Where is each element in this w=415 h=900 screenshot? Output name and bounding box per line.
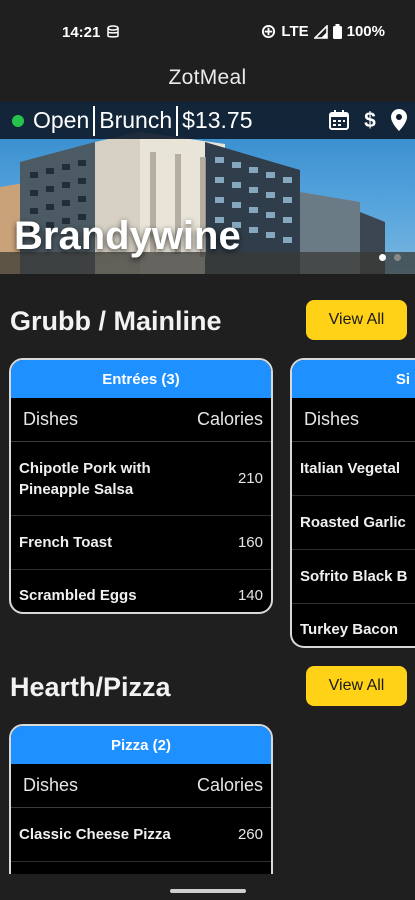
dish-name: Classic Cheese Pizza: [19, 826, 171, 843]
carousel-dot-active[interactable]: [379, 254, 386, 261]
column-headers: Dishes: [292, 398, 415, 442]
dish-row[interactable]: Turkey Bacon: [292, 604, 415, 646]
category-header: Si: [292, 360, 415, 398]
dollar-icon[interactable]: $: [363, 109, 377, 131]
column-headers: Dishes Calories: [11, 764, 271, 808]
divider: [176, 105, 179, 136]
dish-row[interactable]: Classic Cheese Pizza 260: [11, 808, 271, 862]
menu-category-card[interactable]: Entrées (3) Dishes Calories Chipotle Por…: [9, 358, 273, 614]
dish-name: Sofrito Black B: [300, 568, 408, 585]
dish-calories: 140: [237, 586, 263, 604]
dish-calories: 260: [237, 826, 263, 843]
divider: [93, 105, 96, 136]
station-title: Grubb / Mainline: [10, 306, 222, 336]
location-pin-icon[interactable]: [391, 109, 407, 131]
dish-row[interactable]: Roasted Garlic: [292, 496, 415, 550]
dish-row[interactable]: French Toast 160: [11, 516, 271, 570]
dish-row[interactable]: Scrambled Eggs 140: [11, 570, 271, 612]
meal-period: Brunch: [99, 107, 173, 133]
dining-hall-name: Brandywine: [14, 214, 241, 258]
network-type: LTE: [281, 23, 309, 40]
dish-name: Chipotle Pork with Pineapple Salsa: [19, 459, 151, 498]
dishes-column-header: Dishes: [304, 409, 360, 429]
storage-icon: [107, 25, 119, 38]
dishes-column-header: Dishes: [23, 409, 79, 429]
svg-text:$: $: [364, 109, 376, 131]
column-headers: Dishes Calories: [11, 398, 271, 442]
dish-row[interactable]: Chipotle Pork with Pineapple Salsa 210: [11, 442, 271, 516]
dish-calories: 160: [237, 534, 263, 551]
dish-calories: 210: [237, 470, 263, 487]
open-status: Open: [33, 107, 90, 133]
battery-level: 100%: [346, 23, 385, 40]
app-title: ZotMeal: [168, 66, 247, 89]
home-gesture-bar[interactable]: [170, 889, 246, 893]
calories-column-header: Calories: [196, 775, 263, 795]
data-saver-icon: [262, 24, 276, 39]
signal-icon: [313, 24, 328, 39]
hall-info-bar: Open Brunch $13.75 $: [0, 102, 415, 139]
clock: 14:21: [62, 24, 101, 41]
dish-row[interactable]: Sofrito Black B: [292, 550, 415, 604]
battery-icon: [332, 24, 342, 39]
calories-column-header: Calories: [196, 409, 263, 429]
carousel-dot[interactable]: [394, 254, 401, 261]
dishes-column-header: Dishes: [23, 775, 79, 795]
dish-name: Roasted Garlic: [300, 514, 406, 531]
meal-price: $13.75: [182, 107, 253, 133]
dish-name: Scrambled Eggs: [19, 586, 137, 604]
dish-name: French Toast: [19, 534, 113, 551]
dish-name: Turkey Bacon: [300, 620, 399, 638]
menu-category-card[interactable]: Si Dishes Italian Vegetal Roasted Garlic…: [290, 358, 415, 648]
navigation-bar: [0, 874, 415, 900]
dining-hall-carousel[interactable]: Open Brunch $13.75 $ Brandywine: [0, 102, 415, 274]
system-status-bar: 14:21 LTE 100%: [0, 0, 415, 64]
calendar-icon[interactable]: [329, 110, 349, 130]
view-all-button[interactable]: View All: [306, 666, 407, 706]
carousel-indicator[interactable]: [379, 254, 401, 261]
station-title: Hearth/Pizza: [10, 672, 171, 702]
dish-name: Italian Vegetal: [300, 460, 401, 477]
open-status-dot: [12, 114, 24, 127]
view-all-button[interactable]: View All: [306, 300, 407, 340]
category-header: Entrées (3): [11, 360, 271, 398]
category-header: Pizza (2): [11, 726, 271, 764]
dish-row[interactable]: Italian Vegetal: [292, 442, 415, 496]
